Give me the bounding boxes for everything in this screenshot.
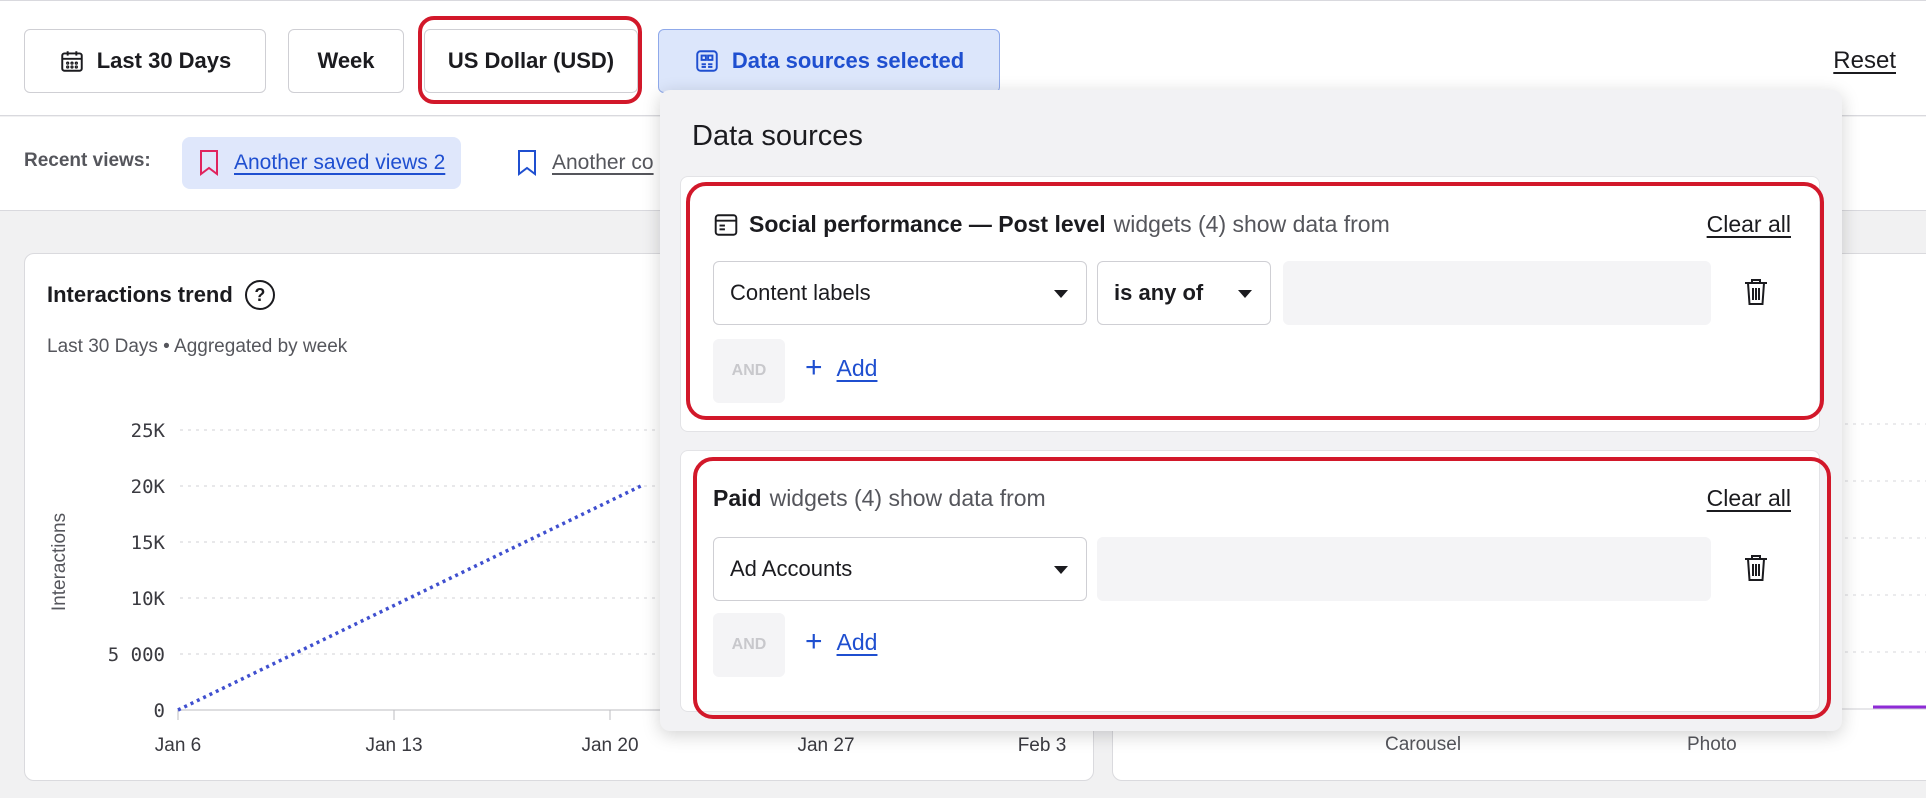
data-sources-label: Data sources selected <box>731 48 965 73</box>
y-tick-label: 15K <box>131 532 166 554</box>
bookmark-icon <box>518 150 536 176</box>
y-tick-label: 20K <box>131 476 166 498</box>
y-tick-label: 5 000 <box>108 644 165 666</box>
x-tick-label: Carousel <box>1385 734 1462 755</box>
data-sources-button[interactable]: Data sources selected <box>658 29 1000 93</box>
granularity-button[interactable]: Week <box>288 29 404 93</box>
currency-highlight-outline <box>418 16 642 104</box>
date-range-label: Last 30 Days <box>96 48 232 73</box>
panel-title: Data sources <box>692 120 863 152</box>
x-tick-label: Jan 13 <box>365 735 422 756</box>
x-tick-label: Photo <box>1687 734 1737 755</box>
granularity-label: Week <box>317 48 375 73</box>
section-highlight-outline <box>693 457 1831 719</box>
data-sources-icon <box>696 50 718 72</box>
recent-view-label: Another saved views 2 <box>234 151 446 174</box>
reset-link[interactable]: Reset <box>1833 47 1896 75</box>
x-tick-label: Feb 3 <box>1018 735 1067 756</box>
x-tick-label: Jan 27 <box>797 735 854 756</box>
section-highlight-outline <box>686 182 1824 420</box>
y-tick-label: 25K <box>131 420 166 442</box>
recent-views-label: Recent views: <box>24 150 151 171</box>
x-tick-label: Jan 6 <box>155 735 201 756</box>
bookmark-icon <box>200 150 218 176</box>
recent-view-chip[interactable]: Another co <box>500 137 670 189</box>
series-line <box>177 484 642 712</box>
y-tick-label: 10K <box>131 588 166 610</box>
calendar-icon <box>61 51 83 72</box>
data-sources-panel: Data sources Social performance — Post l… <box>660 90 1842 731</box>
recent-view-label: Another co <box>552 151 654 174</box>
x-tick-label: Jan 20 <box>581 735 638 756</box>
date-range-button[interactable]: Last 30 Days <box>24 29 266 93</box>
y-tick-label: 0 <box>154 700 165 722</box>
recent-view-chip[interactable]: Another saved views 2 <box>182 137 462 189</box>
y-axis-label: Interactions <box>49 513 70 611</box>
